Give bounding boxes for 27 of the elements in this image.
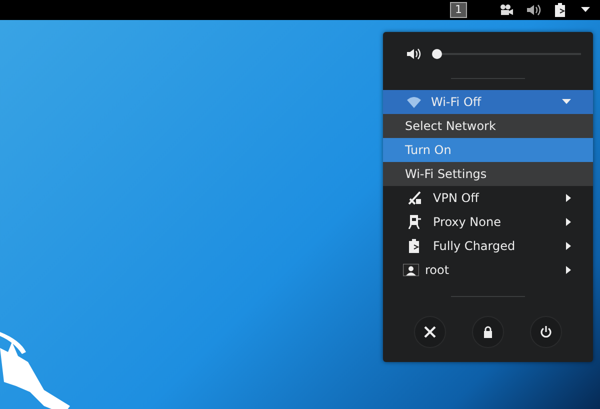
lock-button[interactable]	[472, 316, 504, 348]
camera-icon[interactable]	[499, 4, 513, 16]
power-icon	[540, 326, 552, 338]
vpn-icon	[407, 191, 423, 205]
menu-item[interactable]: VPN Off	[383, 186, 593, 210]
arrow-right-icon	[566, 218, 571, 226]
proxy-icon	[407, 215, 423, 229]
menu-item[interactable]: Fully Charged	[383, 234, 593, 258]
power-button[interactable]	[530, 316, 562, 348]
caret-icon[interactable]	[581, 7, 590, 13]
settings-button[interactable]	[414, 316, 446, 348]
caret-icon	[562, 99, 571, 105]
slider-thumb[interactable]	[432, 49, 442, 59]
lock-icon	[483, 326, 493, 338]
workspace-indicator[interactable]: 1	[450, 2, 467, 18]
speaker-icon[interactable]	[527, 4, 541, 16]
wifi-icon	[407, 96, 421, 108]
arrow-right-icon	[566, 242, 571, 250]
menu-item[interactable]: root	[383, 258, 593, 282]
battery-icon[interactable]	[555, 3, 567, 17]
menu-item[interactable]: Proxy None	[383, 210, 593, 234]
arrow-right-icon	[566, 194, 571, 202]
submenu-item[interactable]: Wi-Fi Settings	[383, 162, 593, 186]
submenu-item[interactable]: Select Network	[383, 114, 593, 138]
speaker-icon	[407, 48, 421, 60]
arrow-right-icon	[566, 266, 571, 274]
wifi-menu-item[interactable]: Wi-Fi Off	[383, 90, 593, 114]
